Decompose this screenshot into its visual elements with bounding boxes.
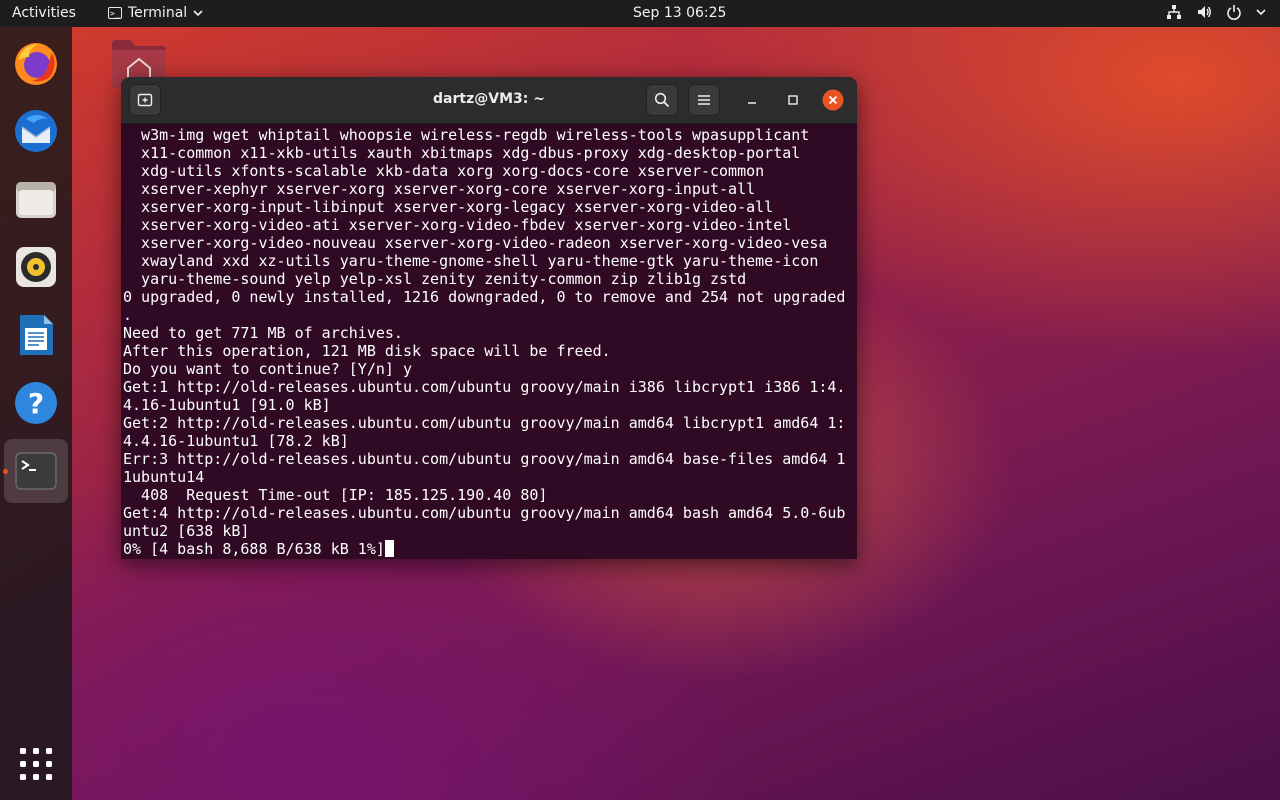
terminal-line-text: After this operation, 121 MB disk space … [123,342,611,360]
text-cursor [384,540,394,557]
terminal-line: untu2 [638 kB] [123,522,845,540]
maximize-icon [788,95,798,105]
close-icon [822,89,844,111]
terminal-line: Get:4 http://old-releases.ubuntu.com/ubu… [123,504,845,522]
terminal-line: Need to get 771 MB of archives. [123,324,845,342]
terminal-line-text: . [123,306,133,324]
dock-item-files[interactable] [4,167,68,231]
terminal-app-icon: >_ [108,7,122,19]
search-button[interactable] [646,84,678,116]
terminal-line-text: 0 upgraded, 0 newly installed, 1216 down… [123,288,846,306]
terminal-line-text: w3m-img wget whiptail whoopsie wireless-… [123,126,810,144]
thunderbird-icon [15,110,57,152]
close-button[interactable] [817,84,849,116]
terminal-line-text: xwayland xxd xz-utils yaru-theme-gnome-s… [123,252,819,270]
activities-button[interactable]: Activities [12,5,76,21]
terminal-line: After this operation, 121 MB disk space … [123,342,845,360]
terminal-line-text: Need to get 771 MB of archives. [123,324,403,342]
system-tray[interactable] [1166,4,1266,20]
terminal-line: yaru-theme-sound yelp yelp-xsl zenity ze… [123,270,845,288]
terminal-line-text: yaru-theme-sound yelp yelp-xsl zenity ze… [123,270,747,288]
dock-item-firefox[interactable] [4,31,68,95]
volume-icon[interactable] [1196,4,1212,20]
rhythmbox-icon [16,247,56,287]
app-menu-label: Terminal [128,5,188,21]
terminal-line-text: 0% [4 bash 8,688 B/638 kB 1%] [123,540,385,558]
terminal-line: 0% [4 bash 8,688 B/638 kB 1%] [123,540,845,558]
terminal-line-text: xdg-utils xfonts-scalable xkb-data xorg … [123,162,765,180]
terminal-line-text: 4.16-1ubuntu1 [91.0 kB] [123,396,331,414]
clock[interactable]: Sep 13 06:25 [633,5,726,21]
show-applications-button[interactable] [4,732,68,796]
terminal-line: 4.4.16-1ubuntu1 [78.2 kB] [123,432,845,450]
terminal-line: 4.16-1ubuntu1 [91.0 kB] [123,396,845,414]
writer-icon [20,315,53,355]
terminal-line-text: x11-common x11-xkb-utils xauth xbitmaps … [123,144,801,162]
firefox-icon [15,43,57,85]
app-menu[interactable]: >_ Terminal [108,5,203,21]
dock-item-thunderbird[interactable] [4,99,68,163]
terminal-line: xserver-xorg-video-nouveau xserver-xorg-… [123,234,845,252]
terminal-line: xwayland xxd xz-utils yaru-theme-gnome-s… [123,252,845,270]
terminal-line: 1ubuntu14 [123,468,845,486]
terminal-line: xserver-xorg-input-libinput xserver-xorg… [123,198,845,216]
network-icon[interactable] [1166,4,1182,20]
terminal-line-text: Err:3 http://old-releases.ubuntu.com/ubu… [123,450,846,468]
terminal-line: 408 Request Time-out [IP: 185.125.190.40… [123,486,845,504]
chevron-down-icon [193,10,203,17]
terminal-line-text: xserver-xorg-video-ati xserver-xorg-vide… [123,216,792,234]
app-grid-icon [20,748,52,780]
terminal-line-text: Do you want to continue? [Y/n] y [123,360,412,378]
terminal-line: 0 upgraded, 0 newly installed, 1216 down… [123,288,845,306]
terminal-line: Do you want to continue? [Y/n] y [123,360,845,378]
hamburger-menu-icon [698,95,710,105]
terminal-line: Get:1 http://old-releases.ubuntu.com/ubu… [123,378,845,396]
terminal-line: Err:3 http://old-releases.ubuntu.com/ubu… [123,450,845,468]
dock-item-writer[interactable] [4,303,68,367]
files-icon [16,182,56,218]
dock: ? [0,27,72,800]
menu-button[interactable] [688,84,720,116]
terminal-line-text: Get:1 http://old-releases.ubuntu.com/ubu… [123,378,846,396]
help-icon: ? [15,382,57,424]
terminal-line: Get:2 http://old-releases.ubuntu.com/ubu… [123,414,845,432]
search-icon [654,92,670,108]
svg-text:?: ? [28,387,44,420]
terminal-line-text: untu2 [638 kB] [123,522,250,540]
maximize-button[interactable] [777,84,809,116]
terminal-text: w3m-img wget whiptail whoopsie wireless-… [123,126,845,558]
title-bar[interactable]: dartz@VM3: ~ [121,77,857,124]
terminal-line-text: Get:4 http://old-releases.ubuntu.com/ubu… [123,504,846,522]
minimize-button[interactable] [736,84,768,116]
terminal-line: x11-common x11-xkb-utils xauth xbitmaps … [123,144,845,162]
terminal-line-text: 4.4.16-1ubuntu1 [78.2 kB] [123,432,349,450]
running-indicator [3,469,8,474]
terminal-window[interactable]: dartz@VM3: ~ w3m-img wget whiptail whoop… [121,77,857,559]
terminal-line-text: xserver-xorg-video-nouveau xserver-xorg-… [123,234,828,252]
terminal-line-text: xserver-xorg-input-libinput xserver-xorg… [123,198,774,216]
terminal-line: xdg-utils xfonts-scalable xkb-data xorg … [123,162,845,180]
dock-item-rhythmbox[interactable] [4,235,68,299]
terminal-line-text: 1ubuntu14 [123,468,205,486]
power-icon[interactable] [1226,4,1242,20]
minimize-icon [748,102,756,104]
terminal-line: . [123,306,845,324]
terminal-output[interactable]: w3m-img wget whiptail whoopsie wireless-… [121,124,857,559]
terminal-line-text: Get:2 http://old-releases.ubuntu.com/ubu… [123,414,846,432]
terminal-line: xserver-xephyr xserver-xorg xserver-xorg… [123,180,845,198]
terminal-line-text: xserver-xephyr xserver-xorg xserver-xorg… [123,180,756,198]
terminal-line-text: 408 Request Time-out [IP: 185.125.190.40… [123,486,548,504]
terminal-icon [15,452,57,490]
dock-item-help[interactable]: ? [4,371,68,435]
terminal-line: xserver-xorg-video-ati xserver-xorg-vide… [123,216,845,234]
top-bar: Activities >_ Terminal Sep 13 06:25 [0,0,1280,27]
dock-item-terminal[interactable] [4,439,68,503]
chevron-down-icon[interactable] [1256,8,1266,16]
terminal-line: w3m-img wget whiptail whoopsie wireless-… [123,126,845,144]
